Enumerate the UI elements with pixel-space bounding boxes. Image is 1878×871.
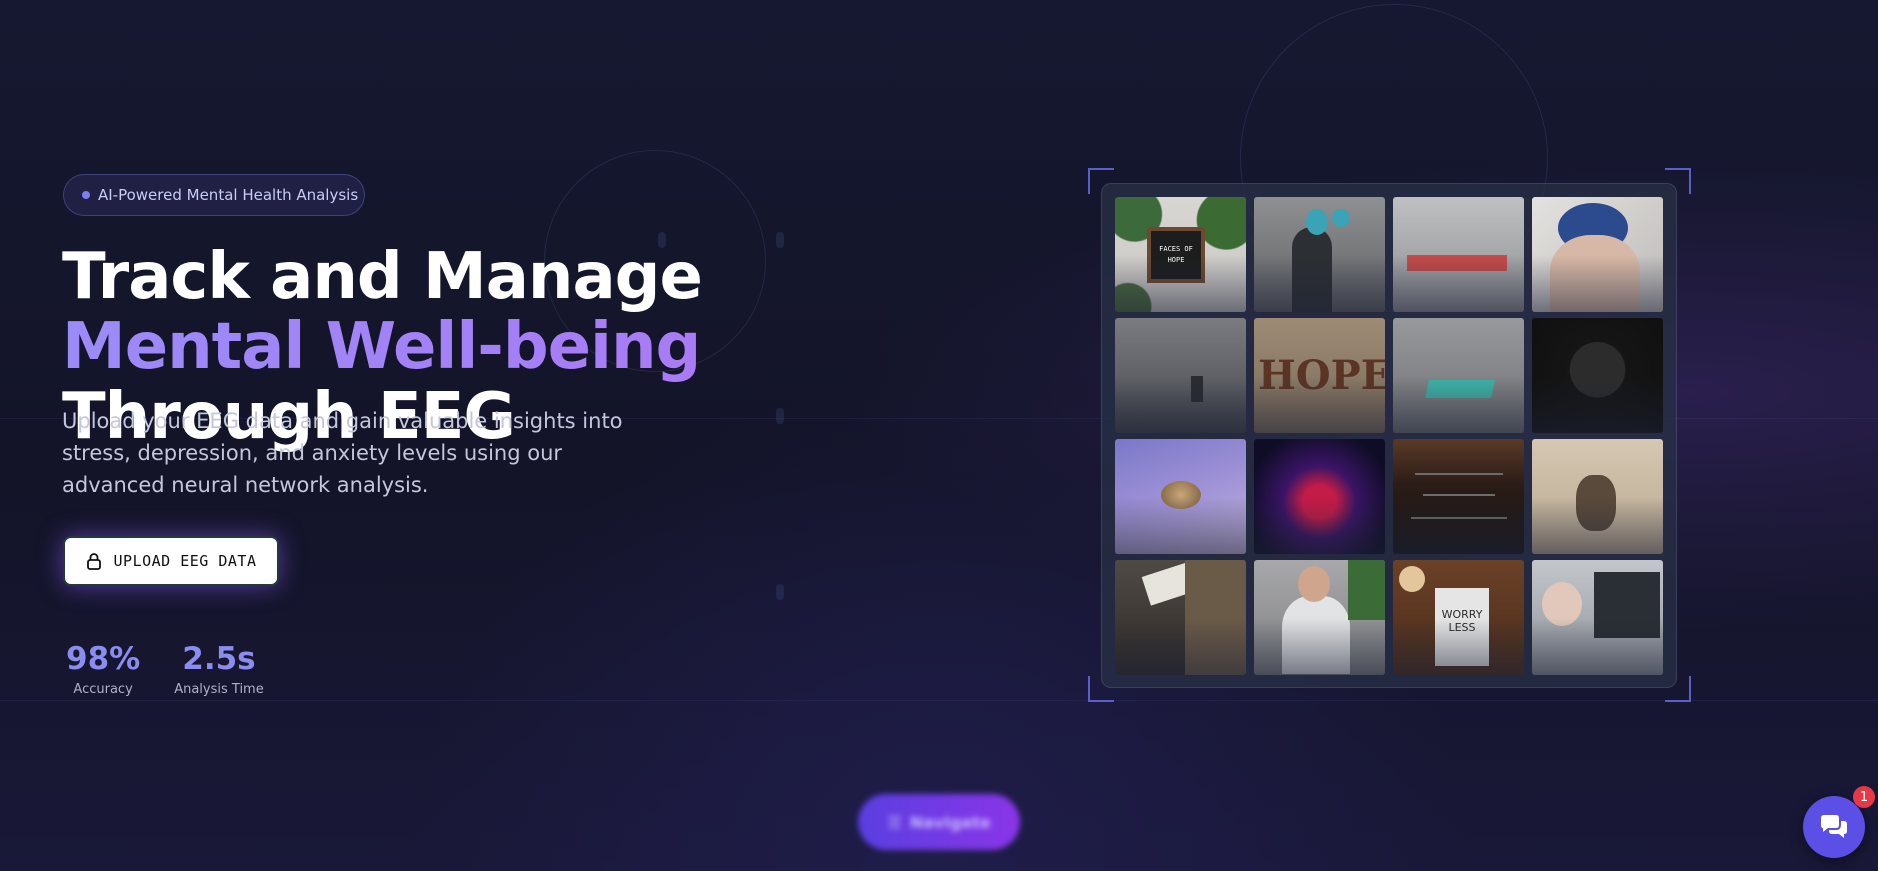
chat-notification-badge: 1 bbox=[1853, 786, 1875, 808]
hope-sand-image: HOPE bbox=[1254, 318, 1385, 433]
menu-icon: ☰ bbox=[887, 812, 902, 832]
decor-dot bbox=[776, 584, 784, 600]
patient-eeg-image bbox=[1532, 560, 1663, 675]
worry-less-image: WORRY LESS bbox=[1393, 560, 1524, 675]
decor-line bbox=[0, 700, 1878, 701]
letter-board-image: FACES OF HOPE bbox=[1115, 197, 1246, 312]
upload-eeg-button[interactable]: UPLOAD EEG DATA bbox=[63, 536, 279, 586]
navigate-button[interactable]: ☰ Navigate bbox=[858, 794, 1020, 850]
road-marking-image bbox=[1393, 318, 1524, 433]
stats: 98% Accuracy 2.5s Analysis Time bbox=[66, 640, 264, 697]
chat-icon bbox=[1821, 815, 1847, 838]
title-accent: Mental Well-being bbox=[62, 310, 701, 384]
dark-wood-text-image bbox=[1393, 439, 1524, 554]
person-hand-raised-image bbox=[1254, 197, 1385, 312]
man-sitting-image bbox=[1254, 560, 1385, 675]
person-mask-image bbox=[1532, 318, 1663, 433]
stat-accuracy: 98% Accuracy bbox=[66, 640, 140, 697]
sign-image bbox=[1393, 197, 1524, 312]
hero-badge: AI-Powered Mental Health Analysis bbox=[63, 174, 365, 216]
brain-model-image bbox=[1115, 439, 1246, 554]
building-sign-image bbox=[1115, 560, 1246, 675]
hero-subtitle: Upload your EEG data and gain valuable i… bbox=[62, 409, 623, 497]
person-hair-dye-image bbox=[1532, 197, 1663, 312]
stat-label: Analysis Time bbox=[174, 682, 264, 697]
chat-button[interactable] bbox=[1803, 796, 1865, 858]
stat-value: 98% bbox=[66, 641, 141, 677]
stat-label: Accuracy bbox=[73, 682, 133, 697]
stat-value: 2.5s bbox=[182, 641, 256, 677]
upload-button-label: UPLOAD EEG DATA bbox=[113, 552, 257, 570]
navigate-label: Navigate bbox=[909, 812, 991, 832]
badge-label: AI-Powered Mental Health Analysis bbox=[98, 186, 359, 204]
lock-icon bbox=[86, 553, 101, 570]
image-gallery: FACES OF HOPE HOPE bbox=[1101, 183, 1677, 688]
title-part-1: Track and Manage bbox=[62, 240, 703, 314]
badge-dot-icon bbox=[82, 191, 90, 199]
person-notes-image bbox=[1532, 439, 1663, 554]
stat-analysis-time: 2.5s Analysis Time bbox=[174, 640, 264, 697]
plasma-ball-image bbox=[1254, 439, 1385, 554]
person-foggy-sea-image bbox=[1115, 318, 1246, 433]
